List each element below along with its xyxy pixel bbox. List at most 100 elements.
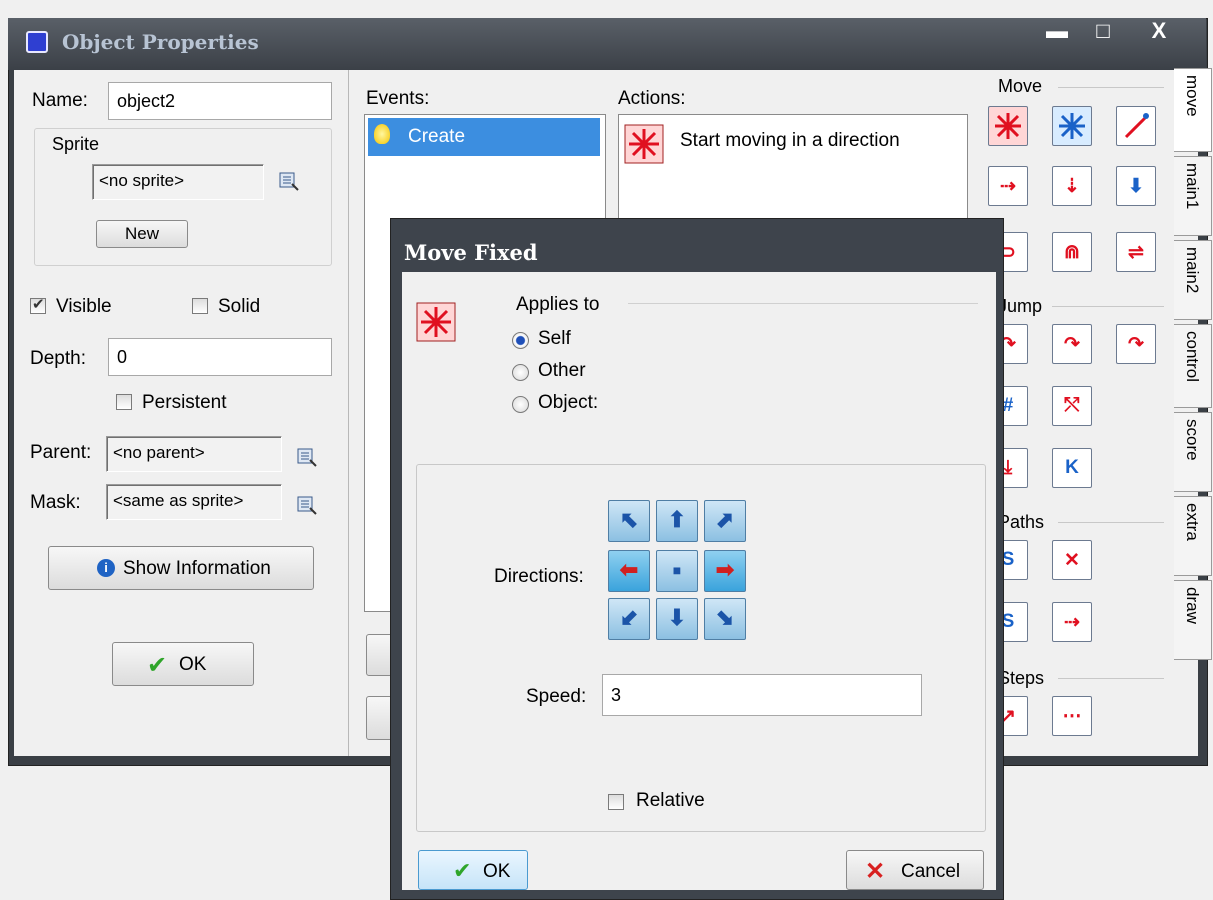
dialog-action-icon: [416, 302, 456, 342]
tab-move[interactable]: move: [1174, 68, 1212, 152]
tab-main2-label: main2: [1183, 247, 1202, 294]
mask-label: Mask:: [30, 492, 81, 513]
cancel-x-icon: ✕: [865, 858, 886, 885]
check-icon: ✔: [453, 858, 472, 883]
jump-to-random-icon[interactable]: ↷: [1116, 324, 1156, 364]
palette-section-jump: Jump: [998, 296, 1043, 316]
palette-separator: [1058, 87, 1164, 88]
maximize-button[interactable]: □: [1082, 16, 1124, 46]
speed-label: Speed:: [526, 686, 587, 707]
info-icon: i: [97, 559, 115, 577]
jump-to-start-icon[interactable]: ↷: [1052, 324, 1092, 364]
applies-to-separator: [628, 303, 978, 304]
self-radio[interactable]: [512, 332, 529, 349]
palette-separator: [1058, 522, 1164, 523]
persistent-checkbox[interactable]: [116, 394, 132, 410]
path-speed-icon[interactable]: ⇢: [1052, 602, 1092, 642]
sprite-menu-icon[interactable]: [278, 170, 300, 192]
show-information-button[interactable]: i Show Information: [48, 546, 314, 590]
dialog-cancel-label: Cancel: [901, 861, 961, 882]
move-fixed-action-icon: [624, 124, 664, 164]
depth-input[interactable]: 0: [108, 338, 332, 376]
move-free-icon[interactable]: [1052, 106, 1092, 146]
move-towards-icon[interactable]: [1116, 106, 1156, 146]
direction-down-right-button[interactable]: ⬊: [704, 598, 746, 640]
event-item-create[interactable]: Create: [368, 118, 600, 156]
name-label: Name:: [32, 90, 88, 111]
direction-left-button[interactable]: ⬅: [608, 550, 650, 592]
close-button[interactable]: X: [1138, 16, 1180, 46]
direction-up-button[interactable]: ⬆: [656, 500, 698, 542]
object-ok-label: OK: [179, 654, 207, 675]
persistent-label: Persistent: [142, 392, 227, 413]
actions-label: Actions:: [618, 88, 686, 109]
event-item-label: Create: [408, 126, 466, 147]
tab-score[interactable]: score: [1174, 412, 1212, 492]
tab-control-label: control: [1183, 331, 1202, 383]
other-radio[interactable]: [512, 364, 529, 381]
solid-checkbox[interactable]: [192, 298, 208, 314]
events-label: Events:: [366, 88, 430, 109]
visible-checkbox[interactable]: [30, 295, 46, 314]
bounce-icon[interactable]: K: [1052, 448, 1092, 488]
mask-menu-icon[interactable]: [296, 494, 318, 516]
direction-stop-button[interactable]: ■: [656, 550, 698, 592]
direction-up-left-button[interactable]: ⬉: [608, 500, 650, 542]
tab-extra-label: extra: [1183, 503, 1202, 541]
dialog-settings-group: [416, 464, 986, 832]
tab-control[interactable]: control: [1174, 324, 1212, 408]
new-sprite-button[interactable]: New: [96, 220, 188, 248]
tab-draw[interactable]: draw: [1174, 580, 1212, 660]
dialog-title: Move Fixed: [404, 240, 538, 265]
object-radio[interactable]: [512, 396, 529, 413]
solid-label: Solid: [218, 296, 261, 317]
window-title: Object Properties: [62, 30, 259, 54]
friction-icon[interactable]: ⇌: [1116, 232, 1156, 272]
palette-section-paths: Paths: [998, 512, 1045, 532]
relative-checkbox[interactable]: [608, 794, 624, 810]
direction-down-button[interactable]: ⬇: [656, 598, 698, 640]
panel-divider: [348, 70, 349, 756]
palette-separator: [1052, 306, 1164, 307]
applies-to-label: Applies to: [516, 294, 600, 315]
palette-section-move: Move: [998, 76, 1043, 96]
self-radio-label: Self: [538, 328, 571, 349]
other-radio-label: Other: [538, 360, 586, 381]
check-icon: ✔: [147, 652, 168, 679]
directions-label: Directions:: [494, 566, 584, 587]
sprite-select[interactable]: <no sprite>: [92, 164, 264, 200]
direction-down-left-button[interactable]: ⬋: [608, 598, 650, 640]
parent-select[interactable]: <no parent>: [106, 436, 282, 472]
object-radio-label: Object:: [538, 392, 599, 413]
tab-move-label: move: [1183, 75, 1202, 117]
move-fixed-icon[interactable]: [988, 106, 1028, 146]
name-input[interactable]: object2: [108, 82, 332, 120]
reverse-vertical-icon[interactable]: ⋒: [1052, 232, 1092, 272]
tab-main1[interactable]: main1: [1174, 156, 1212, 236]
direction-up-right-button[interactable]: ⬈: [704, 500, 746, 542]
direction-right-button[interactable]: ➡: [704, 550, 746, 592]
minimize-button[interactable]: ▬: [1036, 16, 1078, 46]
horizontal-speed-icon[interactable]: ⇢: [988, 166, 1028, 206]
parent-label: Parent:: [30, 442, 92, 463]
wrap-screen-icon[interactable]: ⤲: [1052, 386, 1092, 426]
tab-score-label: score: [1183, 419, 1202, 461]
show-information-label: Show Information: [123, 558, 271, 579]
tab-draw-label: draw: [1183, 587, 1202, 624]
tab-main2[interactable]: main2: [1174, 240, 1212, 320]
object-ok-button[interactable]: ✔ OK: [112, 642, 254, 686]
step-avoiding-icon[interactable]: ⋯: [1052, 696, 1092, 736]
end-path-icon[interactable]: ✕: [1052, 540, 1092, 580]
mask-select[interactable]: <same as sprite>: [106, 484, 282, 520]
tab-main1-label: main1: [1183, 163, 1202, 210]
palette-separator: [1058, 678, 1164, 679]
gravity-icon[interactable]: ⬇: [1116, 166, 1156, 206]
parent-menu-icon[interactable]: [296, 446, 318, 468]
tab-extra[interactable]: extra: [1174, 496, 1212, 576]
dialog-ok-button[interactable]: ✔ OK: [418, 850, 528, 890]
speed-input[interactable]: 3: [602, 674, 922, 716]
vertical-speed-icon[interactable]: ⇣: [1052, 166, 1092, 206]
dialog-ok-label: OK: [483, 861, 511, 882]
lightbulb-icon: [374, 124, 390, 144]
dialog-cancel-button[interactable]: ✕ Cancel: [846, 850, 984, 890]
